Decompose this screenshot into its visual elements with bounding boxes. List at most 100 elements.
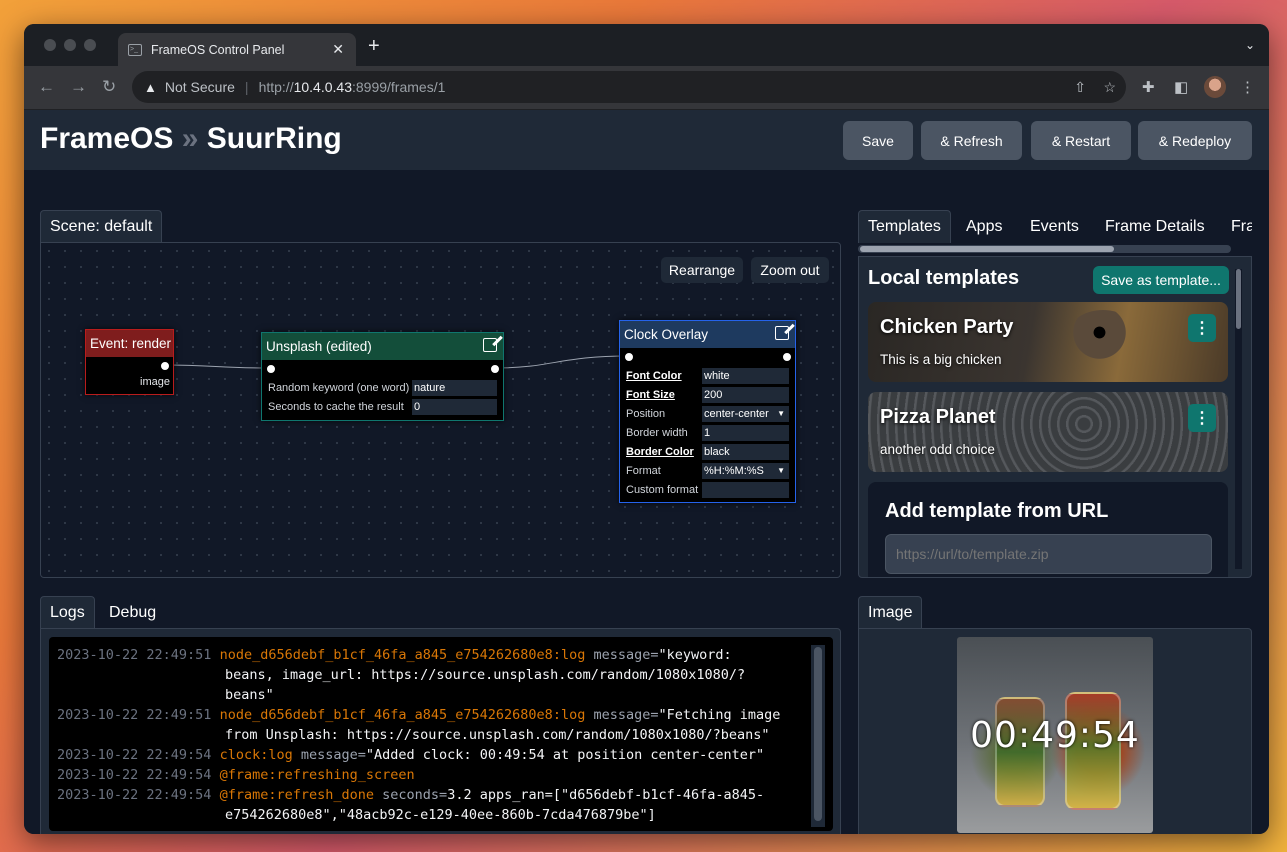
security-label[interactable]: Not Secure [165,79,235,95]
node-title: Unsplash (edited) [266,339,372,354]
tab-logs[interactable]: Logs [40,596,95,629]
field-label: Format [626,464,661,477]
tab-scene-default[interactable]: Scene: default [40,210,163,243]
log-output[interactable]: 2023-10-22 22:49:51 node_d656debf_b1cf_4… [49,637,833,831]
log-value: beans" [225,687,274,703]
output-handle[interactable] [782,352,792,362]
field-label-link[interactable]: Font Color [626,370,702,382]
rearrange-button[interactable]: Rearrange [661,257,743,283]
close-window-button[interactable] [44,39,56,51]
field-row: Border width 1 [626,424,789,441]
tab-truncated[interactable]: Fra [1222,210,1252,243]
save-button[interactable]: Save [843,121,913,160]
dropdown-caret-icon: ▼ [777,466,785,475]
redeploy-button[interactable]: & Redeploy [1138,121,1252,160]
close-tab-icon[interactable]: ✕ [332,41,344,58]
browser-toolbar: ← → ↻ ▲ Not Secure | http:// 10.4.0.43 :… [24,66,1269,110]
log-entry: 2023-10-22 22:49:54 clock:log message="A… [57,745,764,765]
log-continuation: beans" [225,685,274,705]
event-render-node[interactable]: Event: render image [85,329,174,395]
node-title: Clock Overlay [624,327,709,342]
tab-image[interactable]: Image [858,596,923,629]
border-width-input[interactable]: 1 [702,424,789,441]
restart-button[interactable]: & Restart [1031,121,1131,160]
bookmark-star-icon[interactable]: ☆ [1103,79,1116,96]
maximize-window-button[interactable] [84,39,96,51]
log-scrollbar[interactable] [811,645,825,827]
save-as-template-button[interactable]: Save as template... [1093,266,1229,294]
new-tab-button[interactable]: + [368,36,380,56]
tab-events[interactable]: Events [1021,210,1088,243]
browser-tab[interactable]: >_ FrameOS Control Panel ✕ [118,33,356,66]
template-thumbnail [1068,310,1138,360]
scrollbar-thumb[interactable] [860,246,1114,252]
refresh-button[interactable]: & Refresh [921,121,1022,160]
field-row: Font Color white [626,367,789,384]
reload-icon[interactable]: ↻ [102,77,116,97]
output-handle[interactable] [490,364,500,374]
log-timestamp: 2023-10-22 22:49:51 [57,707,212,723]
template-url-input[interactable] [885,534,1212,574]
template-card[interactable]: Chicken Party This is a big chicken ⋮ [868,302,1228,382]
border-color-input[interactable]: black [702,443,789,460]
frameos-app: FrameOS » SuurRing Save & Refresh & Rest… [24,110,1269,834]
extensions-icon[interactable]: ✚ [1142,78,1155,96]
edit-icon[interactable] [775,326,789,340]
zoom-out-button[interactable]: Zoom out [751,257,829,283]
field-label: Position [626,407,666,420]
templates-panel: Local templates Save as template... Chic… [858,256,1252,578]
profile-avatar[interactable] [1204,76,1226,98]
custom-format-input[interactable] [702,481,789,498]
output-handle[interactable] [160,361,170,371]
field-label-link[interactable]: Font Size [626,389,702,401]
forward-arrow-icon[interactable]: → [70,77,87,97]
warning-icon: ▲ [144,79,157,95]
tab-search-icon[interactable]: ⌄ [1245,38,1255,52]
template-menu-button[interactable]: ⋮ [1188,314,1216,342]
clock-overlay-node[interactable]: Clock Overlay Font Color white Font Size… [619,320,796,503]
address-bar[interactable]: ▲ Not Secure | http:// 10.4.0.43 :8999/f… [132,71,1126,103]
tab-frame-details[interactable]: Frame Details [1096,210,1214,243]
logs-panel: 2023-10-22 22:49:51 node_d656debf_b1cf_4… [40,628,841,834]
keyword-input[interactable]: nature [412,379,497,396]
log-key: message= [593,707,659,723]
input-handle[interactable] [266,364,276,374]
unsplash-node[interactable]: Unsplash (edited) Random keyword (one wo… [261,332,504,421]
tab-templates[interactable]: Templates [858,210,951,243]
field-row: Custom format [626,481,789,498]
dropdown-caret-icon: ▼ [777,409,785,418]
node-header: Clock Overlay [620,321,795,348]
font-size-input[interactable]: 200 [702,386,789,403]
url-path: :8999/frames/1 [351,79,446,95]
position-select[interactable]: center-center ▼ [702,405,789,422]
templates-scrollbar[interactable] [1235,269,1242,569]
field-row: Format %H:%M:%S ▼ [626,462,789,479]
field-row: Seconds to cache the result 0 [268,398,497,415]
format-select[interactable]: %H:%M:%S ▼ [702,462,789,479]
frame-preview-image: 00:49:54 [957,637,1153,833]
select-value: center-center [704,407,769,420]
section-title: Local templates [868,267,1020,289]
browser-menu-icon[interactable]: ⋮ [1240,78,1255,96]
log-value: 3.2 apps_ran=["d656debf-b1cf-46fa-a845- [447,787,765,803]
tab-apps[interactable]: Apps [957,210,1011,243]
share-icon[interactable]: ⇧ [1074,79,1086,96]
tab-debug[interactable]: Debug [100,596,165,629]
scrollbar-thumb[interactable] [1236,269,1241,329]
edit-icon[interactable] [483,338,497,352]
scrollbar-thumb[interactable] [814,647,822,821]
template-menu-button[interactable]: ⋮ [1188,404,1216,432]
scene-panel: Rearrange Zoom out Event: render image U… [40,242,841,578]
terminal-icon: >_ [128,43,142,56]
input-handle[interactable] [624,352,634,362]
field-label-link[interactable]: Border Color [626,446,702,458]
minimize-window-button[interactable] [64,39,76,51]
side-panel-icon[interactable]: ◧ [1174,78,1188,96]
field-label: Border width [626,426,688,439]
font-color-input[interactable]: white [702,367,789,384]
template-card[interactable]: Pizza Planet another odd choice ⋮ [868,392,1228,472]
cache-seconds-input[interactable]: 0 [412,398,497,415]
field-row: Random keyword (one word) nature [268,379,497,396]
tabs-scrollbar[interactable] [858,245,1231,253]
back-arrow-icon[interactable]: ← [38,77,55,97]
